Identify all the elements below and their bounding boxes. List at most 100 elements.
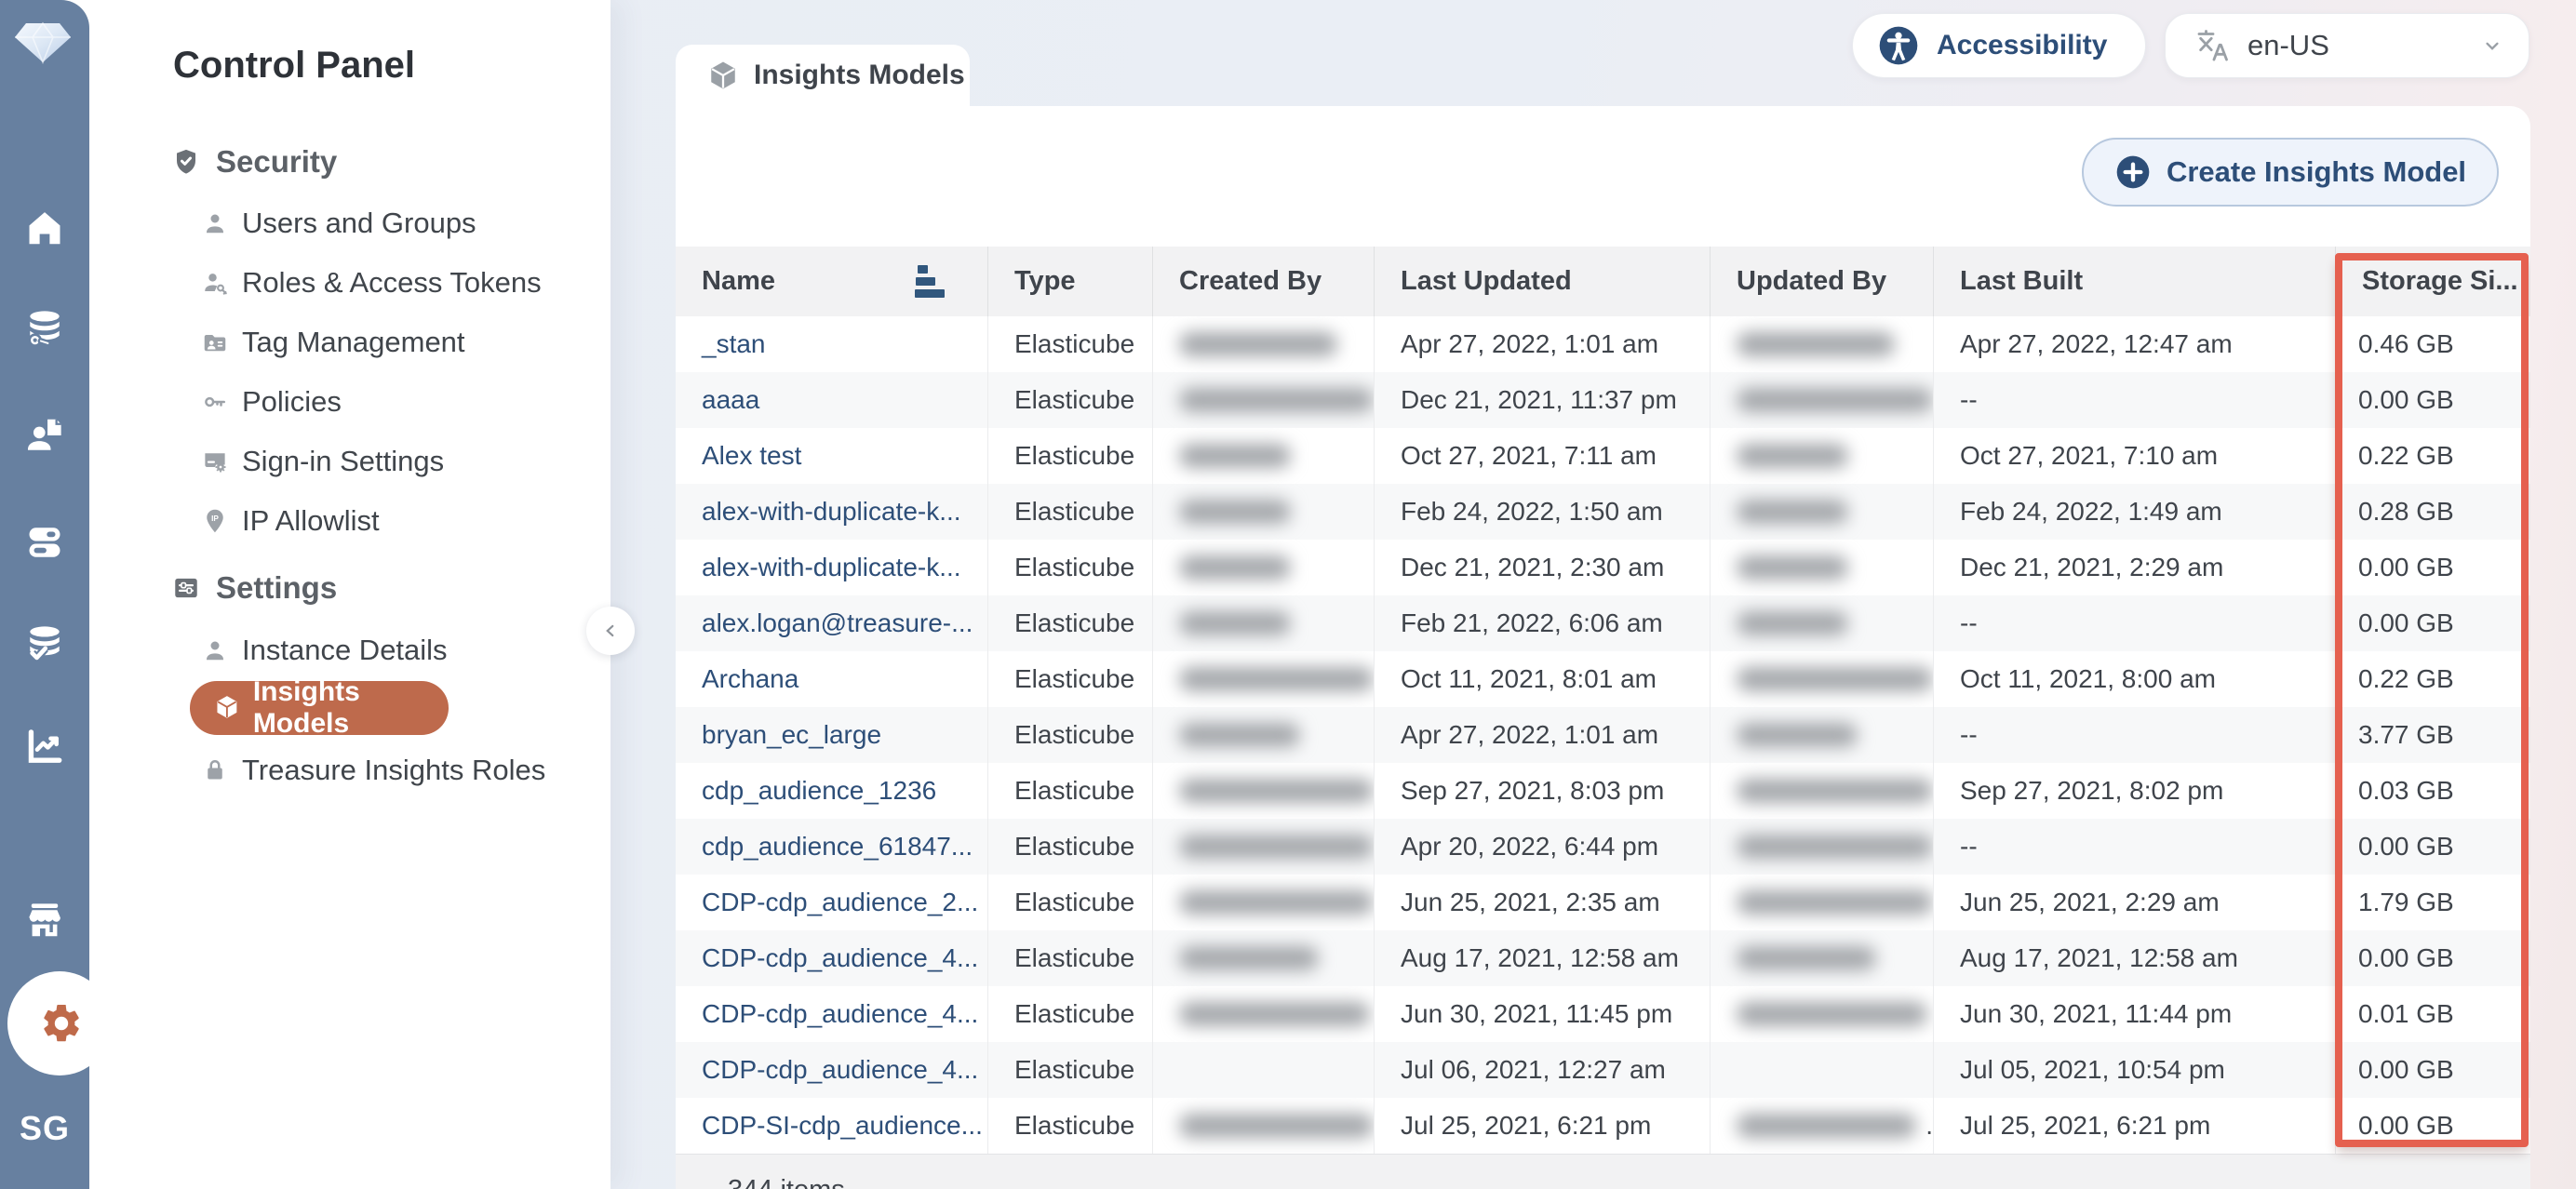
cell-updated-by-redacted xyxy=(1710,484,1933,540)
sidebar-item-ip-allowlist[interactable]: IP IP Allowlist xyxy=(201,504,380,538)
cell-created-by-redacted xyxy=(1152,763,1374,819)
cell-last-updated: Dec 21, 2021, 2:30 am xyxy=(1374,540,1710,595)
model-name-link[interactable]: cdp_audience_1236 xyxy=(702,776,936,806)
table-row[interactable]: CDP-SI-cdp_audience...ElasticubeJul 25, … xyxy=(676,1098,2530,1154)
cell-storage-size: 0.46 GB xyxy=(2335,316,2530,372)
cell-name: CDP-cdp_audience_4... xyxy=(676,986,987,1042)
column-header[interactable]: Last Updated xyxy=(1374,247,1710,316)
model-name-link[interactable]: Archana xyxy=(702,664,798,694)
model-name-link[interactable]: alex.logan@treasure-... xyxy=(702,608,973,638)
cell-storage-size: 3.77 GB xyxy=(2335,707,2530,763)
table-row[interactable]: _stanElasticubeApr 27, 2022, 1:01 amApr … xyxy=(676,316,2530,372)
model-name-link[interactable]: cdp_audience_61847... xyxy=(702,832,973,862)
column-header[interactable]: Type xyxy=(987,247,1152,316)
redacted-updated-by xyxy=(1737,723,1858,747)
cell-updated-by-redacted xyxy=(1710,651,1933,707)
sidebar-item-tag-management[interactable]: Tag Management xyxy=(201,326,465,359)
model-name-link[interactable]: CDP-cdp_audience_4... xyxy=(702,999,978,1029)
settings-sliders-icon xyxy=(171,573,201,603)
cell-last-updated: Feb 21, 2022, 6:06 am xyxy=(1374,595,1710,651)
cell-storage-size: 0.01 GB xyxy=(2335,986,2530,1042)
column-header[interactable]: Updated By xyxy=(1710,247,1933,316)
cell-updated-by-redacted xyxy=(1710,707,1933,763)
table-row[interactable]: CDP-cdp_audience_4...ElasticubeAug 17, 2… xyxy=(676,930,2530,986)
language-select[interactable]: en-US xyxy=(2165,13,2529,78)
browser-gear-icon xyxy=(201,448,229,475)
cell-created-by-redacted xyxy=(1152,707,1374,763)
table-row[interactable]: Alex testElasticubeOct 27, 2021, 7:11 am… xyxy=(676,428,2530,484)
cell-last-built: -- xyxy=(1933,372,2335,428)
column-header[interactable]: Last Built xyxy=(1933,247,2335,316)
cell-name: Alex test xyxy=(676,428,987,484)
table-row[interactable]: CDP-cdp_audience_2...ElasticubeJun 25, 2… xyxy=(676,875,2530,930)
cell-updated-by-redacted xyxy=(1710,819,1933,875)
model-name-link[interactable]: CDP-cdp_audience_4... xyxy=(702,1055,978,1085)
cell-created-by-redacted xyxy=(1152,484,1374,540)
create-insights-model-button[interactable]: Create Insights Model xyxy=(2082,138,2499,207)
cell-name: CDP-cdp_audience_4... xyxy=(676,930,987,986)
table-row[interactable]: bryan_ec_largeElasticubeApr 27, 2022, 1:… xyxy=(676,707,2530,763)
cell-updated-by-redacted xyxy=(1710,763,1933,819)
lock-icon xyxy=(201,756,229,784)
translate-icon xyxy=(2194,27,2231,64)
model-name-link[interactable]: bryan_ec_large xyxy=(702,720,881,750)
table-row[interactable]: alex-with-duplicate-k...ElasticubeFeb 24… xyxy=(676,484,2530,540)
cell-created-by-redacted xyxy=(1152,428,1374,484)
cell-last-updated: Oct 27, 2021, 7:11 am xyxy=(1374,428,1710,484)
tab-insights-models[interactable]: Insights Models xyxy=(676,45,970,106)
table-row[interactable]: cdp_audience_61847...ElasticubeApr 20, 2… xyxy=(676,819,2530,875)
cell-storage-size: 0.00 GB xyxy=(2335,595,2530,651)
model-name-link[interactable]: CDP-cdp_audience_4... xyxy=(702,943,978,973)
cell-storage-size: 0.00 GB xyxy=(2335,819,2530,875)
cell-created-by-redacted xyxy=(1152,372,1374,428)
model-name-link[interactable]: CDP-SI-cdp_audience... xyxy=(702,1111,983,1141)
chevron-left-icon xyxy=(600,621,621,641)
table-row[interactable]: ArchanaElasticubeOct 11, 2021, 8:01 amOc… xyxy=(676,651,2530,707)
table-row[interactable]: CDP-cdp_audience_4...ElasticubeJul 06, 2… xyxy=(676,1042,2530,1098)
table-footer: 344 items xyxy=(676,1154,2530,1189)
sidebar-item-sign-in-settings[interactable]: Sign-in Settings xyxy=(201,445,444,478)
table-row[interactable]: aaaaElasticubeDec 21, 2021, 11:37 pm--0.… xyxy=(676,372,2530,428)
cell-updated-by-redacted xyxy=(1710,428,1933,484)
column-header[interactable]: Storage Si... xyxy=(2335,247,2530,316)
person-icon xyxy=(201,636,229,664)
redacted-updated-by xyxy=(1737,946,1876,970)
sidebar-item-policies[interactable]: Policies xyxy=(201,385,342,419)
redacted-created-by xyxy=(1179,946,1319,970)
accessibility-button[interactable]: Accessibility xyxy=(1852,13,2146,78)
table-row[interactable]: alex.logan@treasure-...ElasticubeFeb 21,… xyxy=(676,595,2530,651)
redacted-created-by xyxy=(1179,500,1291,524)
redacted-created-by xyxy=(1179,1002,1370,1026)
sidebar-item-users-and-groups[interactable]: Users and Groups xyxy=(201,207,476,240)
sidebar-item-roles-access-tokens[interactable]: Roles & Access Tokens xyxy=(201,266,542,300)
model-name-link[interactable]: aaaa xyxy=(702,385,759,415)
sidebar-item-treasure-insights-roles[interactable]: Treasure Insights Roles xyxy=(201,754,545,787)
column-header-label: Updated By xyxy=(1737,266,1886,297)
cell-type: Elasticube xyxy=(987,540,1152,595)
column-header-label: Name xyxy=(702,266,775,297)
sidebar-item-insights-models-active[interactable]: Insights Models xyxy=(190,681,449,735)
column-header[interactable]: Name xyxy=(676,247,987,316)
cell-last-built: Feb 24, 2022, 1:49 am xyxy=(1933,484,2335,540)
sidebar-collapse-button[interactable] xyxy=(586,607,635,655)
model-name-link[interactable]: alex-with-duplicate-k... xyxy=(702,553,961,582)
table-row[interactable]: CDP-cdp_audience_4...ElasticubeJun 30, 2… xyxy=(676,986,2530,1042)
cell-name: alex-with-duplicate-k... xyxy=(676,540,987,595)
cell-last-updated: Apr 20, 2022, 6:44 pm xyxy=(1374,819,1710,875)
sidebar-item-instance-details[interactable]: Instance Details xyxy=(201,634,448,667)
column-header-label: Last Updated xyxy=(1401,266,1572,297)
model-name-link[interactable]: CDP-cdp_audience_2... xyxy=(702,888,978,917)
model-name-link[interactable]: alex-with-duplicate-k... xyxy=(702,497,961,527)
cell-storage-size: 0.28 GB xyxy=(2335,484,2530,540)
redacted-updated-by xyxy=(1737,1114,1916,1138)
table-row[interactable]: alex-with-duplicate-k... Elasticube Dec 21… xyxy=(676,540,2530,595)
cell-name: alex.logan@treasure-... xyxy=(676,595,987,651)
column-header[interactable]: Created By xyxy=(1152,247,1374,316)
redacted-created-by xyxy=(1179,890,1374,915)
sort-ascending-icon[interactable] xyxy=(915,265,945,298)
model-name-link[interactable]: _stan xyxy=(702,329,766,359)
model-name-link[interactable]: Alex test xyxy=(702,441,801,471)
cell-type: Elasticube xyxy=(987,372,1152,428)
shield-check-icon xyxy=(171,147,201,177)
table-row[interactable]: cdp_audience_1236ElasticubeSep 27, 2021,… xyxy=(676,763,2530,819)
